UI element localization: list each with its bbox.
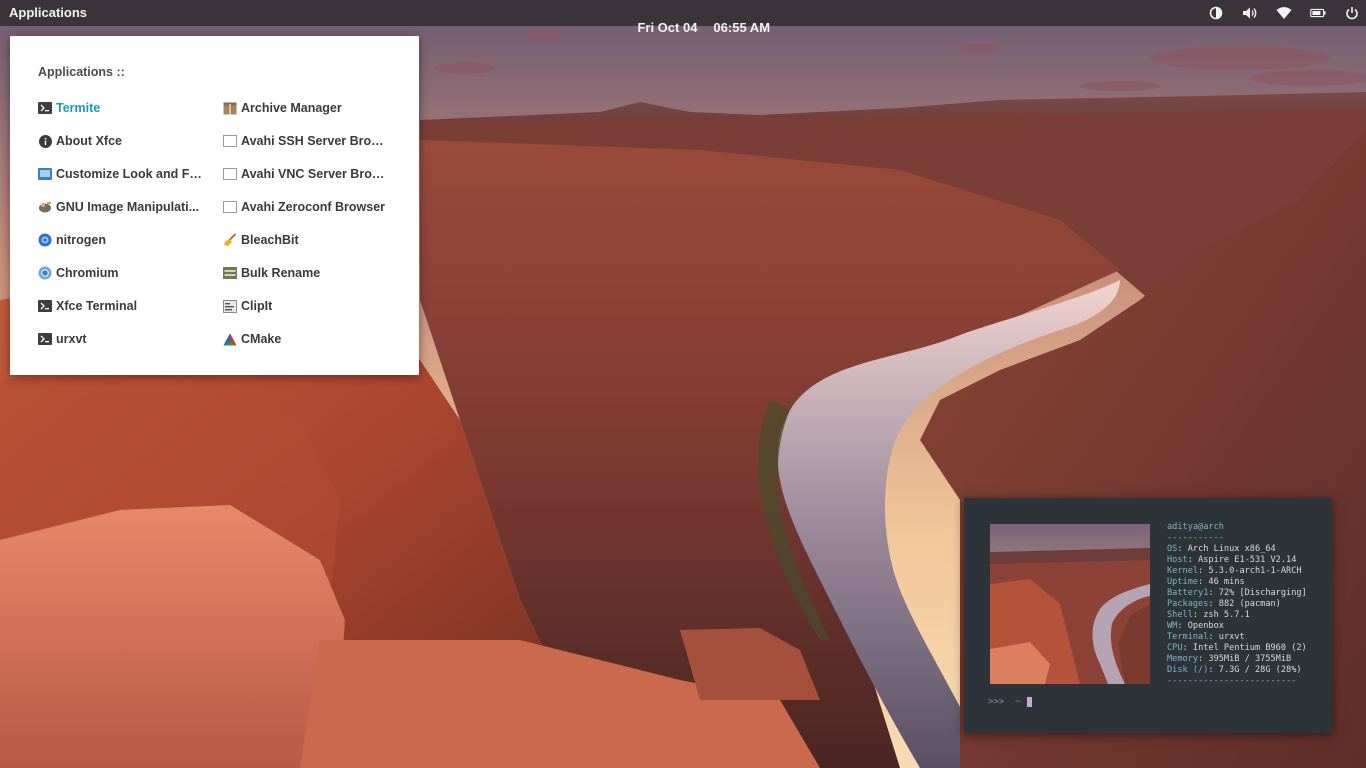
- blank-app-icon: [223, 200, 237, 214]
- info-icon: [38, 134, 52, 148]
- clipboard-icon: [223, 299, 237, 313]
- menu-item-gimp[interactable]: GNU Image Manipulati...: [38, 197, 199, 217]
- menu-item-avahi-vnc-server-browser[interactable]: Avahi VNC Server Brows...: [223, 164, 391, 184]
- menu-item-clipit[interactable]: ClipIt: [223, 296, 272, 316]
- terminal-icon: [38, 332, 52, 346]
- menu-title: Applications ::: [38, 65, 125, 79]
- menu-item-customize-look-and-feel[interactable]: Customize Look and Feel: [38, 164, 206, 184]
- menu-item-bleachbit[interactable]: BleachBit: [223, 230, 299, 250]
- rename-icon: [223, 266, 237, 280]
- info-line: CPU: Intel Pentium B960 (2): [1167, 643, 1307, 653]
- separator-top: -----------: [1167, 533, 1224, 543]
- terminal-window[interactable]: aditya@arch ----------- OS: Arch Linux x86…: [964, 498, 1332, 733]
- info-line: OS: Arch Linux x86_64: [1167, 544, 1276, 554]
- menu-item-xfce-terminal[interactable]: Xfce Terminal: [38, 296, 137, 316]
- menu-item-termite[interactable]: Termite: [38, 98, 100, 118]
- separator-bottom: -------------------------: [1167, 676, 1297, 686]
- broom-icon: [223, 233, 237, 247]
- info-line: Terminal: urxvt: [1167, 632, 1245, 642]
- clock-date: Fri Oct 04: [637, 20, 698, 35]
- user-host: aditya@arch: [1167, 522, 1224, 532]
- system-tray: [1208, 3, 1360, 23]
- power-icon[interactable]: [1344, 5, 1360, 21]
- appearance-icon: [38, 167, 52, 181]
- text-cursor: [1026, 697, 1032, 707]
- clock-time: 06:55 AM: [713, 20, 771, 35]
- blank-app-icon: [223, 167, 237, 181]
- wifi-icon[interactable]: [1276, 5, 1292, 21]
- wallpaper-thumbnail: [990, 524, 1150, 684]
- terminal-icon: [38, 101, 52, 115]
- menu-item-archive-manager[interactable]: Archive Manager: [223, 98, 342, 118]
- chromium-icon: [38, 266, 52, 280]
- blank-app-icon: [223, 134, 237, 148]
- info-line: Kernel: 5.3.0-arch1-1-ARCH: [1167, 566, 1302, 576]
- menu-item-cmake[interactable]: CMake: [223, 329, 281, 349]
- cmake-icon: [223, 332, 237, 346]
- applications-menu: Applications :: Termite About Xfce Custo…: [10, 36, 419, 375]
- info-line: Disk (/): 7.3G / 28G (28%): [1167, 665, 1302, 675]
- menu-item-urxvt[interactable]: urxvt: [38, 329, 87, 349]
- nitrogen-icon: [38, 233, 52, 247]
- battery-icon[interactable]: [1310, 5, 1326, 21]
- info-line: Host: Aspire E1-531 V2.14: [1167, 555, 1297, 565]
- gimp-icon: [38, 200, 52, 214]
- volume-icon[interactable]: [1242, 5, 1258, 21]
- info-line: Uptime: 46 mins: [1167, 577, 1245, 587]
- menu-item-avahi-zeroconf-browser[interactable]: Avahi Zeroconf Browser: [223, 197, 385, 217]
- info-line: Battery1: 72% [Discharging]: [1167, 588, 1307, 598]
- shell-prompt[interactable]: >>> ~: [988, 697, 1032, 707]
- menu-item-bulk-rename[interactable]: Bulk Rename: [223, 263, 320, 283]
- terminal-icon: [38, 299, 52, 313]
- info-line: WM: Openbox: [1167, 621, 1224, 631]
- info-line: Shell: zsh 5.7.1: [1167, 610, 1250, 620]
- top-panel: Applications Fri Oct 04 06:55 AM: [0, 0, 1366, 35]
- contrast-icon[interactable]: [1208, 5, 1224, 21]
- applications-menu-button[interactable]: Applications: [9, 5, 87, 20]
- neofetch-info: aditya@arch ----------- OS: Arch Linux x86…: [1167, 522, 1307, 687]
- info-line: Packages: 882 (pacman): [1167, 599, 1281, 609]
- archive-icon: [223, 101, 237, 115]
- info-line: Memory: 395MiB / 3755MiB: [1167, 654, 1292, 664]
- menu-item-nitrogen[interactable]: nitrogen: [38, 230, 106, 250]
- menu-item-avahi-ssh-server-browser[interactable]: Avahi SSH Server Browser: [223, 131, 391, 151]
- clock[interactable]: Fri Oct 04 06:55 AM: [623, 5, 770, 50]
- menu-item-chromium[interactable]: Chromium: [38, 263, 119, 283]
- menu-item-about-xfce[interactable]: About Xfce: [38, 131, 122, 151]
